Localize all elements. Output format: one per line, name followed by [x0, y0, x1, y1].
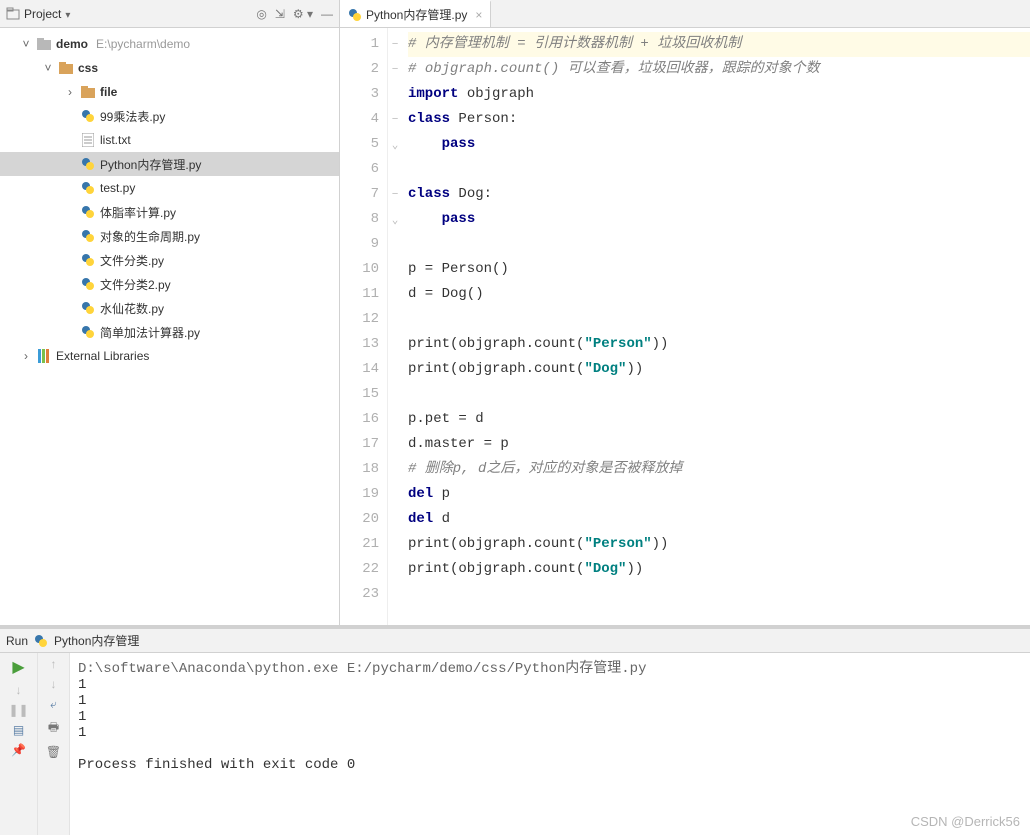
- hide-icon[interactable]: —: [321, 7, 333, 21]
- run-toolbar-left: ▶ ↓ ❚❚ ▤ 📌: [0, 653, 38, 835]
- folder-icon: [36, 36, 52, 52]
- tree-file[interactable]: 对象的生命周期.py: [0, 224, 339, 248]
- tree-file[interactable]: 文件分类.py: [0, 248, 339, 272]
- fold-column[interactable]: −−−⌄−⌄: [388, 28, 402, 625]
- text-file-icon: [80, 132, 96, 148]
- layout-icon[interactable]: ▤: [13, 723, 24, 737]
- python-file-icon: [80, 180, 96, 196]
- down-icon[interactable]: ↓: [51, 677, 57, 691]
- python-file-icon: [80, 276, 96, 292]
- run-header: Run Python内存管理: [0, 629, 1030, 653]
- run-panel: Run Python内存管理 ▶ ↓ ❚❚ ▤ 📌 ↑ ↓ ⤶ 🖶 🗑 D:\s…: [0, 625, 1030, 835]
- tree-folder-file[interactable]: › file: [0, 80, 339, 104]
- up-icon[interactable]: ↑: [51, 657, 57, 671]
- close-icon[interactable]: ×: [475, 8, 482, 22]
- pin-icon[interactable]: 📌: [11, 743, 26, 757]
- print-icon[interactable]: 🖶: [48, 718, 59, 739]
- folder-icon: [58, 60, 74, 76]
- folder-icon: [80, 84, 96, 100]
- project-header: Project ◎ ⇲ ⚙ ▾ —: [0, 0, 339, 28]
- trash-icon[interactable]: 🗑: [46, 745, 61, 759]
- pause-icon[interactable]: ❚❚: [8, 703, 28, 717]
- python-file-icon: [80, 228, 96, 244]
- chevron-down-icon[interactable]: ˅: [42, 61, 54, 75]
- tree-file[interactable]: Python内存管理.py: [0, 152, 339, 176]
- chevron-right-icon[interactable]: ›: [20, 349, 32, 363]
- line-gutter: 1234567891011121314151617181920212223: [340, 28, 388, 625]
- tree-file[interactable]: 体脂率计算.py: [0, 200, 339, 224]
- run-toolbar-left-2: ↑ ↓ ⤶ 🖶 🗑: [38, 653, 70, 835]
- python-file-icon: [80, 252, 96, 268]
- python-file-icon: [80, 108, 96, 124]
- wrap-icon[interactable]: ⤶: [50, 697, 57, 712]
- tree-file[interactable]: 简单加法计算器.py: [0, 320, 339, 344]
- tree-folder-css[interactable]: ˅ css: [0, 56, 339, 80]
- tree-file[interactable]: list.txt: [0, 128, 339, 152]
- python-file-icon: [80, 324, 96, 340]
- library-icon: [36, 348, 52, 364]
- tree-file[interactable]: 水仙花数.py: [0, 296, 339, 320]
- chevron-down-icon[interactable]: ˅: [20, 37, 32, 51]
- python-file-icon: [348, 8, 362, 22]
- python-file-icon: [80, 204, 96, 220]
- tree-root[interactable]: ˅ demo E:\pycharm\demo: [0, 32, 339, 56]
- project-title[interactable]: Project: [24, 7, 70, 21]
- run-tab-label[interactable]: Run: [6, 634, 28, 648]
- code-content[interactable]: # 内存管理机制 = 引用计数器机制 + 垃圾回收机制# objgraph.co…: [402, 28, 1030, 625]
- python-file-icon: [34, 634, 48, 648]
- rerun-icon[interactable]: ▶: [12, 657, 24, 677]
- python-file-icon: [80, 156, 96, 172]
- tree-file[interactable]: 99乘法表.py: [0, 104, 339, 128]
- project-icon: [6, 7, 20, 21]
- run-console[interactable]: D:\software\Anaconda\python.exe E:/pycha…: [70, 653, 1030, 835]
- editor-tab-bar: Python内存管理.py ×: [340, 0, 1030, 28]
- collapse-icon[interactable]: ⇲: [275, 7, 285, 21]
- editor-tab[interactable]: Python内存管理.py ×: [340, 0, 491, 27]
- chevron-right-icon[interactable]: ›: [64, 85, 76, 99]
- project-panel: Project ◎ ⇲ ⚙ ▾ — ˅ demo E:\pycharm\demo…: [0, 0, 340, 625]
- tree-file[interactable]: test.py: [0, 176, 339, 200]
- tree-file[interactable]: 文件分类2.py: [0, 272, 339, 296]
- watermark: CSDN @Derrick56: [911, 814, 1020, 829]
- tab-label: Python内存管理.py: [366, 6, 467, 23]
- stop-icon[interactable]: ↓: [16, 683, 22, 697]
- locate-icon[interactable]: ◎: [256, 7, 266, 21]
- editor-area: Python内存管理.py × 123456789101112131415161…: [340, 0, 1030, 625]
- python-file-icon: [80, 300, 96, 316]
- code-editor[interactable]: 1234567891011121314151617181920212223 −−…: [340, 28, 1030, 625]
- external-libraries[interactable]: › External Libraries: [0, 344, 339, 368]
- run-config-name[interactable]: Python内存管理: [54, 632, 139, 649]
- gear-icon[interactable]: ⚙ ▾: [293, 7, 313, 21]
- project-tree[interactable]: ˅ demo E:\pycharm\demo ˅ css › file 99乘法…: [0, 28, 339, 625]
